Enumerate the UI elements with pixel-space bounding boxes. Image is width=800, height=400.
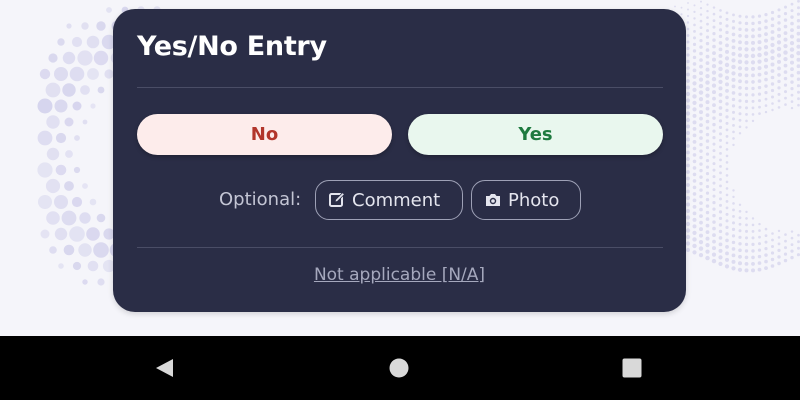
title-divider [137,87,663,88]
no-button[interactable]: No [137,114,392,155]
photo-button-label: Photo [508,190,559,211]
back-triangle-icon[interactable] [153,356,177,380]
dialog-title: Yes/No Entry [137,31,327,62]
edit-icon [328,191,346,209]
footer-divider [137,247,663,248]
home-circle-icon[interactable] [387,356,411,380]
app-screen: Yes/No Entry No Yes Optional: Comment Ph… [0,0,800,336]
not-applicable-link[interactable]: Not applicable [N/A] [113,265,686,285]
optional-label: Optional: [219,189,301,210]
photo-button[interactable]: Photo [471,180,581,220]
system-navigation-bar [0,336,800,400]
yes-button[interactable]: Yes [408,114,663,155]
comment-button-label: Comment [352,190,440,211]
optional-actions-row: Optional: Comment Photo [113,180,686,222]
yes-no-entry-dialog: Yes/No Entry No Yes Optional: Comment Ph… [113,9,686,312]
comment-button[interactable]: Comment [315,180,463,220]
camera-icon [484,191,502,209]
recents-square-icon[interactable] [620,356,644,380]
